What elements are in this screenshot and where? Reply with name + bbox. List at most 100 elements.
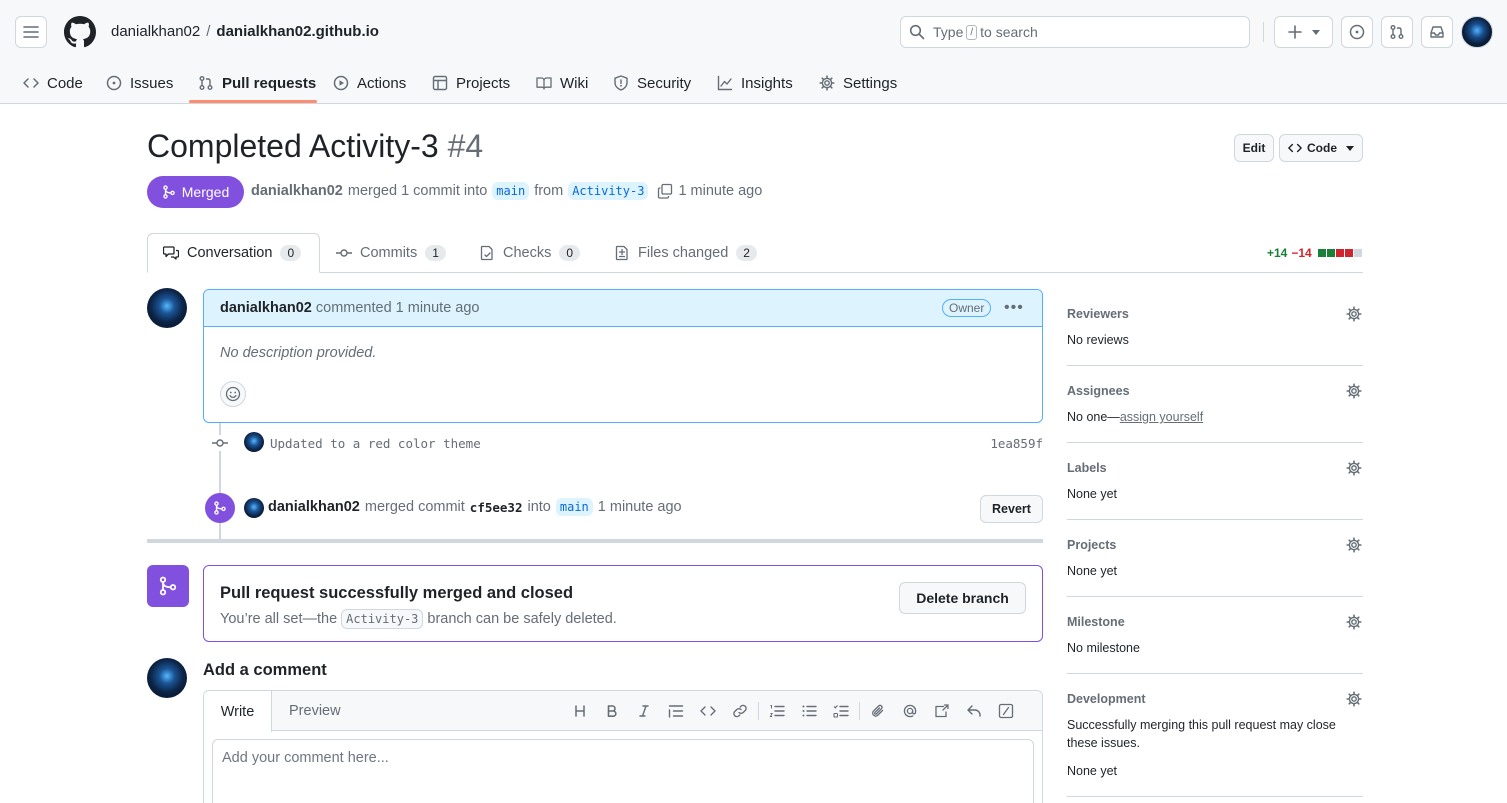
gear-icon[interactable] <box>1346 306 1362 322</box>
avatar[interactable] <box>147 288 187 328</box>
merge-author-avatar[interactable] <box>244 498 264 518</box>
diffstat-box-add <box>1317 249 1326 257</box>
code-dropdown-button[interactable]: Code <box>1279 134 1363 162</box>
delete-branch-button[interactable]: Delete branch <box>899 582 1026 614</box>
pr-number: #4 <box>447 128 484 164</box>
diffstat-bar <box>1317 249 1362 257</box>
cross-reference-icon[interactable] <box>926 701 958 721</box>
sidebar-assignees: Assignees No one—assign yourself <box>1067 383 1363 428</box>
search-shortcut-key: / <box>966 24 978 40</box>
tab-label: Security <box>637 74 692 92</box>
ordered-list-icon[interactable] <box>761 701 793 721</box>
kebab-horizontal-icon[interactable]: ••• <box>1004 299 1024 317</box>
mention-icon[interactable] <box>894 701 926 721</box>
merge-icon <box>214 501 226 515</box>
unordered-list-icon[interactable] <box>793 701 825 721</box>
search-input[interactable]: Type / to search <box>900 16 1250 48</box>
comment-author[interactable]: danialkhan02 <box>220 300 312 316</box>
merge-event-badge <box>205 493 235 523</box>
tab-security[interactable]: Security <box>613 62 691 104</box>
paperclip-icon[interactable] <box>862 701 894 721</box>
toolbar-divider <box>859 702 860 720</box>
tab-write[interactable]: Write <box>204 691 272 732</box>
pr-title-text: Completed Activity-3 <box>147 128 439 164</box>
tab-pull-requests[interactable]: Pull requests <box>198 62 316 104</box>
merge-time[interactable]: 1 minute ago <box>598 499 682 515</box>
gear-icon[interactable] <box>1346 460 1362 476</box>
pull-request-icon <box>1390 25 1404 39</box>
gear-icon[interactable] <box>1346 614 1362 630</box>
pr-description-comment: danialkhan02 commented 1 minute ago Owne… <box>203 289 1043 423</box>
merge-base-branch[interactable]: main <box>555 498 593 516</box>
user-avatar[interactable] <box>1461 16 1493 48</box>
comment-body: No description provided. <box>220 345 377 361</box>
merge-commit-sha[interactable]: cf5ee32 <box>470 500 523 515</box>
slash-commands-icon[interactable] <box>990 701 1022 721</box>
tab-code[interactable]: Code <box>23 62 83 104</box>
create-new-button[interactable] <box>1274 16 1333 48</box>
tab-actions[interactable]: Actions <box>333 62 406 104</box>
sidebar-title: Labels <box>1067 461 1107 475</box>
tab-wiki[interactable]: Wiki <box>536 62 588 104</box>
tab-commits[interactable]: Commits 1 <box>336 233 446 273</box>
quote-icon[interactable] <box>660 701 692 721</box>
menu-button[interactable] <box>15 16 47 48</box>
heading-icon[interactable] <box>564 701 596 721</box>
breadcrumb-repo[interactable]: danialkhan02.github.io <box>216 23 379 40</box>
revert-button[interactable]: Revert <box>980 495 1043 523</box>
tab-checks[interactable]: Checks 0 <box>479 233 581 273</box>
tab-label: Files changed <box>638 245 729 261</box>
checklist-icon <box>480 245 493 261</box>
avatar[interactable] <box>147 658 187 698</box>
sidebar-milestone: Milestone No milestone <box>1067 614 1363 659</box>
tab-projects[interactable]: Projects <box>432 62 510 104</box>
issue-icon <box>106 75 122 91</box>
tab-insights[interactable]: Insights <box>717 62 793 104</box>
reply-icon[interactable] <box>958 701 990 721</box>
link-icon[interactable] <box>724 701 756 721</box>
comment-discussion-icon <box>163 246 179 260</box>
tab-issues[interactable]: Issues <box>106 62 173 104</box>
tab-conversation[interactable]: Conversation 0 <box>147 233 320 273</box>
shield-icon <box>614 75 628 91</box>
merge-status-subtitle: You’re all set—the Activity-3 branch can… <box>220 609 617 629</box>
add-reaction-button[interactable] <box>220 381 246 407</box>
pr-author-link[interactable]: danialkhan02 <box>251 183 343 199</box>
sidebar-value: None yet <box>1067 564 1118 578</box>
tab-preview[interactable]: Preview <box>289 691 341 731</box>
tab-settings[interactable]: Settings <box>819 62 897 104</box>
issues-button[interactable] <box>1341 16 1373 48</box>
github-logo[interactable] <box>64 16 96 48</box>
edit-title-button[interactable]: Edit <box>1234 134 1274 162</box>
breadcrumb-owner[interactable]: danialkhan02 <box>111 23 200 40</box>
merge-author[interactable]: danialkhan02 <box>268 499 360 515</box>
commit-message[interactable]: Updated to a red color theme <box>270 436 481 451</box>
formatting-tools <box>564 701 1022 721</box>
from-text: from <box>534 183 564 199</box>
task-list-icon[interactable] <box>825 701 857 721</box>
bold-icon[interactable] <box>596 701 628 721</box>
comment-textarea[interactable]: Add your comment here... <box>212 739 1034 803</box>
pull-requests-button[interactable] <box>1381 16 1413 48</box>
tab-files-changed[interactable]: Files changed 2 <box>614 233 757 273</box>
plus-icon <box>1287 25 1302 39</box>
commit-author-avatar[interactable] <box>244 432 264 452</box>
comment-action[interactable]: commented 1 minute ago <box>316 300 480 316</box>
code-icon[interactable] <box>692 701 724 721</box>
base-branch[interactable]: main <box>492 182 530 200</box>
commit-sha[interactable]: 1ea859f <box>990 436 1043 451</box>
copy-icon[interactable] <box>657 183 673 199</box>
gear-icon[interactable] <box>1346 383 1362 399</box>
sidebar-projects: Projects None yet <box>1067 537 1363 582</box>
gear-icon[interactable] <box>1346 537 1362 553</box>
assign-yourself-link[interactable]: assign yourself <box>1120 410 1203 424</box>
merge-into: into <box>527 499 551 515</box>
commit-item: Updated to a red color theme 1ea859f <box>212 432 1043 454</box>
gear-icon[interactable] <box>1346 691 1362 707</box>
italic-icon[interactable] <box>628 701 660 721</box>
head-branch[interactable]: Activity-3 <box>568 182 649 200</box>
inbox-button[interactable] <box>1421 16 1453 48</box>
tab-label: Actions <box>357 74 407 92</box>
tab-label: Insights <box>741 74 793 92</box>
merge-action: merged commit <box>364 499 465 515</box>
